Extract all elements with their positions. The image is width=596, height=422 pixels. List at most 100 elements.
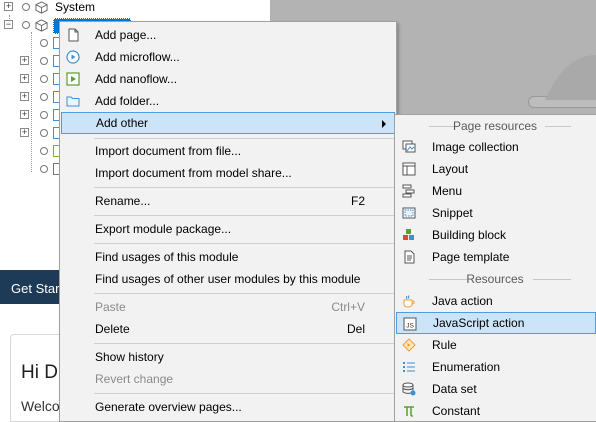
menu-item-export-module[interactable]: Export module package...	[61, 218, 395, 240]
menu-item-label: Find usages of this module	[95, 250, 239, 264]
menu-item-delete[interactable]: Delete Del	[61, 318, 395, 340]
menu-item-add-nanoflow[interactable]: Add nanoflow...	[61, 68, 395, 90]
menu-item-label: Generate overview pages...	[95, 400, 242, 414]
menu-item-label: Find usages of other user modules by thi…	[95, 272, 361, 286]
radio-icon[interactable]	[22, 21, 30, 29]
collapse-toggle[interactable]: −	[4, 20, 13, 29]
menu-separator	[94, 293, 394, 294]
menu-item-label: Export module package...	[95, 222, 232, 236]
menu-item-shortcut: Del	[346, 322, 365, 336]
nanoflow-icon	[66, 72, 80, 86]
radio-icon[interactable]	[40, 39, 48, 47]
menu-separator	[94, 343, 394, 344]
snippet-icon	[402, 207, 416, 219]
menu-item-add-folder[interactable]: Add folder...	[61, 90, 395, 112]
submenu-item-label: Menu	[432, 184, 463, 198]
submenu-item-label: Layout	[432, 162, 469, 176]
canvas-decoration	[545, 55, 596, 100]
menu-item-label: Add microflow...	[95, 50, 180, 64]
submenu-item-java-action[interactable]: Java action	[396, 290, 596, 312]
menu-separator	[94, 187, 394, 188]
menu-item-label: Paste	[95, 300, 126, 314]
menu-item-show-history[interactable]: Show history	[61, 346, 395, 368]
radio-icon[interactable]	[40, 147, 48, 155]
menu-item-label: Add nanoflow...	[95, 72, 178, 86]
menu-item-label: Delete	[95, 322, 130, 336]
menu-item-paste[interactable]: Paste Ctrl+V	[61, 296, 395, 318]
constant-icon	[404, 406, 414, 417]
submenu-item-javascript-action[interactable]: JS JavaScript action	[396, 312, 596, 334]
submenu-header-resources: Resources	[395, 270, 595, 288]
submenu-item-label: Java action	[432, 294, 493, 308]
microflow-icon	[66, 50, 80, 64]
expand-toggle[interactable]: +	[4, 2, 13, 11]
submenu-item-constant[interactable]: Constant	[396, 400, 596, 422]
radio-icon[interactable]	[40, 165, 48, 173]
menu-separator	[94, 138, 394, 139]
submenu-item-label: Image collection	[432, 140, 519, 154]
menu-item-label: Add other	[96, 116, 149, 130]
page-icon	[68, 28, 79, 42]
menu-item-add-page[interactable]: Add page...	[61, 24, 395, 46]
folder-icon	[66, 96, 80, 107]
radio-icon[interactable]	[40, 111, 48, 119]
welcome-title: Hi D	[21, 362, 58, 383]
expand-toggle[interactable]: +	[20, 74, 29, 83]
submenu-item-data-set[interactable]: Data set	[396, 378, 596, 400]
radio-icon[interactable]	[40, 75, 48, 83]
expand-toggle[interactable]: +	[20, 92, 29, 101]
radio-icon[interactable]	[40, 57, 48, 65]
menu-item-revert-change[interactable]: Revert change	[61, 368, 395, 390]
menu-separator	[94, 243, 394, 244]
svg-text:JS: JS	[406, 323, 414, 330]
add-other-submenu: Page resources Image collection Layout M…	[394, 114, 596, 422]
submenu-item-label: Rule	[432, 338, 457, 352]
menu-item-add-other[interactable]: Add other	[61, 112, 395, 134]
expand-toggle[interactable]: +	[20, 128, 29, 137]
submenu-item-label: Data set	[432, 382, 477, 396]
menu-item-import-model-share[interactable]: Import document from model share...	[61, 162, 395, 184]
tree-connector	[31, 32, 32, 172]
java-action-icon	[403, 295, 415, 308]
submenu-item-building-block[interactable]: Building block	[396, 224, 596, 246]
submenu-item-enumeration[interactable]: Enumeration	[396, 356, 596, 378]
data-set-icon	[402, 382, 416, 396]
expand-toggle[interactable]: +	[20, 56, 29, 65]
get-started-banner[interactable]: Get Started	[0, 270, 60, 304]
menu-item-import-file[interactable]: Import document from file...	[61, 140, 395, 162]
menu-item-label: Add page...	[95, 28, 157, 42]
submenu-item-snippet[interactable]: Snippet	[396, 202, 596, 224]
radio-icon[interactable]	[40, 129, 48, 137]
menu-separator	[94, 215, 394, 216]
submenu-item-layout[interactable]: Layout	[396, 158, 596, 180]
menu-icon	[402, 184, 415, 198]
menu-item-generate-overview[interactable]: Generate overview pages...	[61, 396, 395, 418]
submenu-item-image-collection[interactable]: Image collection	[396, 136, 596, 158]
tree-item-system[interactable]: System	[55, 0, 95, 14]
menu-item-find-usages-other[interactable]: Find usages of other user modules by thi…	[61, 268, 395, 290]
submenu-item-rule[interactable]: Rule	[396, 334, 596, 356]
menu-item-rename[interactable]: Rename... F2	[61, 190, 395, 212]
radio-icon[interactable]	[40, 93, 48, 101]
submenu-item-page-template[interactable]: Page template	[396, 246, 596, 268]
submenu-item-label: Enumeration	[432, 360, 501, 374]
page-template-icon	[404, 250, 415, 264]
menu-separator	[94, 393, 394, 394]
layout-icon	[402, 162, 416, 176]
submenu-header-page-resources: Page resources	[395, 117, 595, 135]
module-icon	[35, 19, 48, 32]
submenu-item-menu[interactable]: Menu	[396, 180, 596, 202]
welcome-text: Welco	[21, 398, 60, 414]
expand-toggle[interactable]: +	[20, 110, 29, 119]
submenu-item-label: Building block	[432, 228, 507, 242]
module-icon	[35, 1, 48, 14]
radio-icon[interactable]	[22, 3, 30, 11]
submenu-arrow-icon	[382, 120, 386, 128]
submenu-item-label: Page template	[432, 250, 510, 264]
menu-item-add-microflow[interactable]: Add microflow...	[61, 46, 395, 68]
submenu-item-label: JavaScript action	[433, 316, 525, 330]
menu-item-label: Import document from model share...	[95, 166, 292, 180]
javascript-action-icon: JS	[403, 317, 417, 331]
menu-item-find-usages-module[interactable]: Find usages of this module	[61, 246, 395, 268]
menu-item-label: Add folder...	[95, 94, 160, 108]
